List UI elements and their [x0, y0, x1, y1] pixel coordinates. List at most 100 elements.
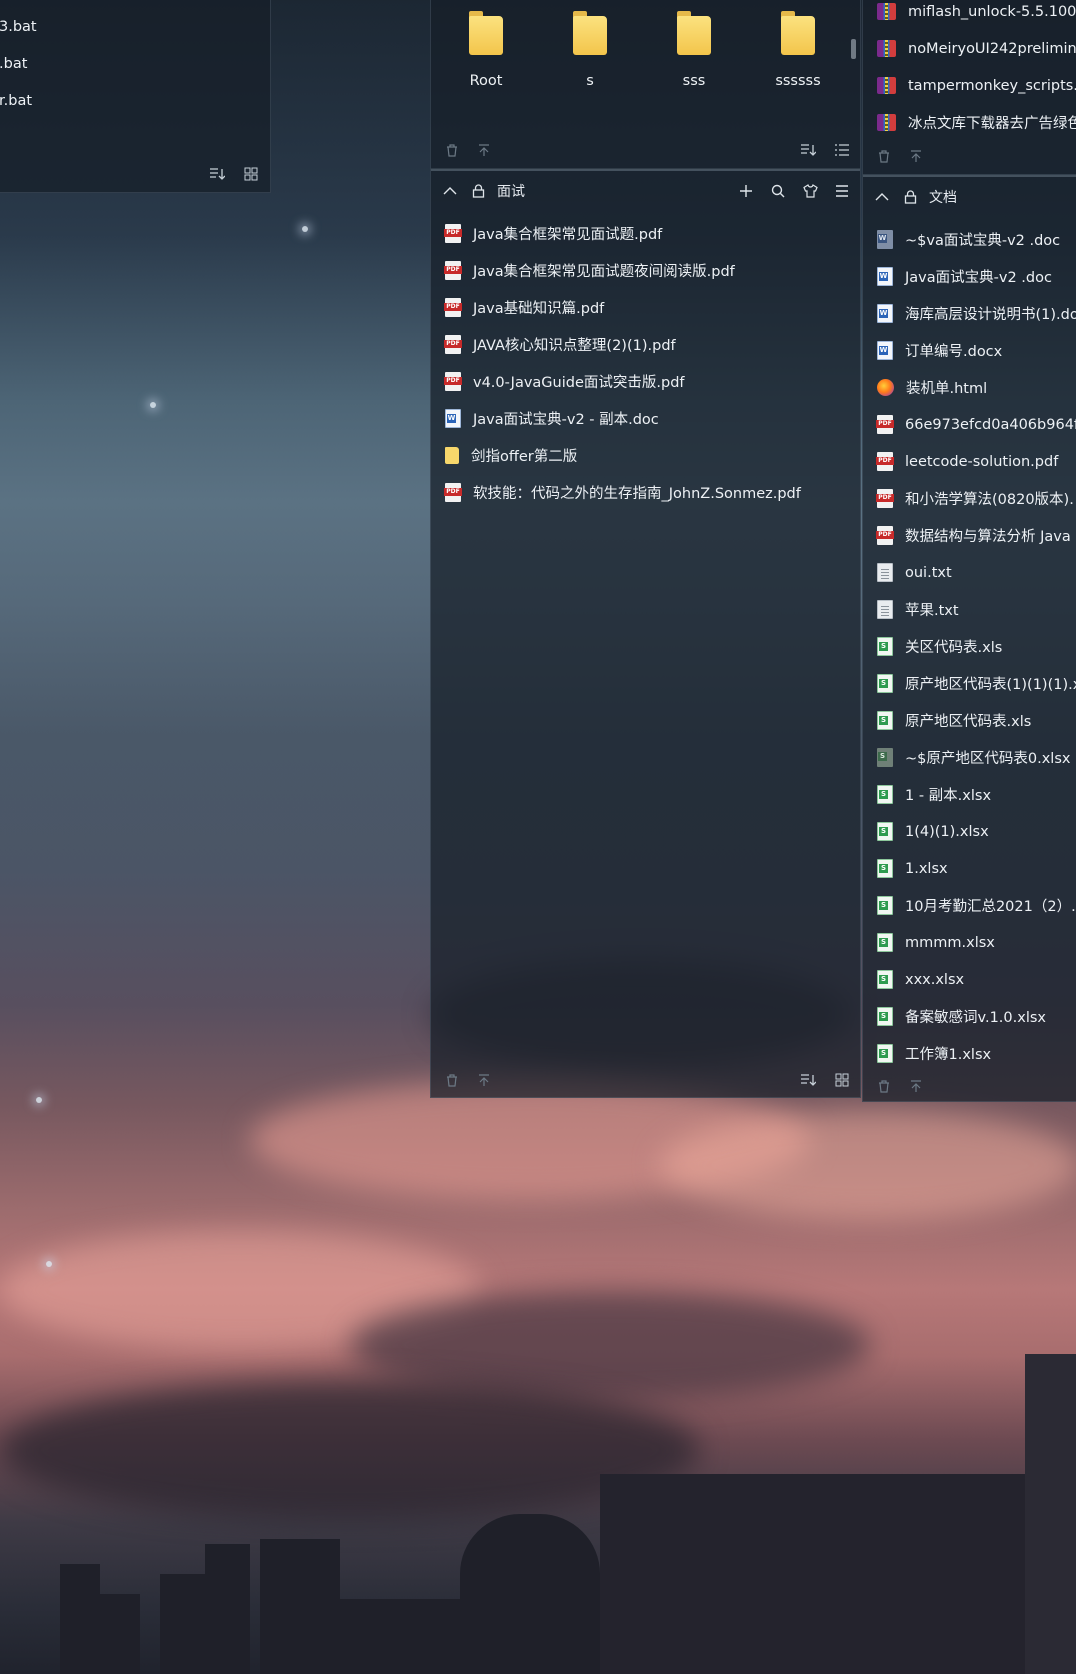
lock-icon[interactable]: [899, 186, 921, 208]
file-item[interactable]: 备案敏感词v.1.0.xlsx: [863, 998, 1076, 1035]
file-item[interactable]: 关区代码表.xls: [863, 628, 1076, 665]
file-item[interactable]: 66e973efcd0a406b964f: [863, 406, 1076, 443]
file-item[interactable]: JAVA核心知识点整理(2)(1).pdf: [431, 326, 860, 363]
spreadsheet-icon: [877, 674, 893, 693]
file-item[interactable]: 订单编号.docx: [863, 332, 1076, 369]
fence-documents[interactable]: 文档 ~$va面试宝典-v2 .doc Java面试宝典-v2 .doc 海库高…: [862, 174, 1076, 1102]
pdf-icon: [444, 224, 462, 243]
trash-icon[interactable]: [873, 1075, 895, 1097]
file-item[interactable]: xxx.xlsx: [863, 961, 1076, 998]
sort-icon[interactable]: [797, 1069, 819, 1091]
spreadsheet-icon: [877, 1044, 893, 1063]
fence-interview[interactable]: 面试 Java集合框架常见面试题.pdf Java集合框架常见面试题夜间阅读版.…: [430, 168, 861, 1098]
file-item[interactable]: leetcode-solution.pdf: [863, 443, 1076, 480]
fence-left[interactable]: 3.bat .bat r.bat: [0, 0, 271, 193]
sort-icon[interactable]: [797, 139, 819, 161]
pin-top-icon[interactable]: [473, 139, 495, 161]
file-name: r.bat: [0, 92, 33, 109]
file-item[interactable]: Java集合框架常见面试题夜间阅读版.pdf: [431, 252, 860, 289]
file-item[interactable]: 原产地区代码表.xls: [863, 702, 1076, 739]
file-item[interactable]: 装机单.html: [863, 369, 1076, 406]
file-name: Java集合框架常见面试题夜间阅读版.pdf: [473, 264, 735, 280]
file-name: Java面试宝典-v2 .doc: [905, 270, 1052, 286]
list-view-icon[interactable]: [831, 139, 853, 161]
collapse-chevron-icon[interactable]: [871, 186, 893, 208]
file-item[interactable]: .bat: [0, 45, 270, 82]
lock-icon[interactable]: [467, 180, 489, 202]
menu-icon[interactable]: [831, 180, 853, 202]
file-item[interactable]: 原产地区代码表(1)(1)(1).x: [863, 665, 1076, 702]
file-item[interactable]: 苹果.txt: [863, 591, 1076, 628]
fence-top-center[interactable]: Root s sss ssssss: [430, 0, 861, 170]
wallpaper-light: [46, 1261, 52, 1267]
folder-item[interactable]: ssssss: [753, 9, 843, 89]
file-item[interactable]: v4.0-JavaGuide面试突击版.pdf: [431, 363, 860, 400]
spreadsheet-icon: [877, 896, 893, 915]
file-name: 和小浩学算法(0820版本).: [905, 492, 1074, 508]
file-item[interactable]: Java基础知识篇.pdf: [431, 289, 860, 326]
scrollbar[interactable]: [851, 39, 856, 59]
file-list: ~$va面试宝典-v2 .doc Java面试宝典-v2 .doc 海库高层设计…: [863, 221, 1076, 1072]
add-icon[interactable]: [735, 180, 757, 202]
fence-header[interactable]: 面试: [431, 171, 860, 211]
shirt-icon[interactable]: [799, 180, 821, 202]
file-item[interactable]: 海库高层设计说明书(1).do: [863, 295, 1076, 332]
file-item[interactable]: noMeiryoUI242prelimin: [863, 30, 1076, 67]
trash-icon[interactable]: [441, 139, 463, 161]
file-name: 1(4)(1).xlsx: [905, 823, 989, 840]
file-name: noMeiryoUI242prelimin: [908, 40, 1076, 57]
fence-title[interactable]: 文档: [929, 187, 957, 207]
file-item[interactable]: 1(4)(1).xlsx: [863, 813, 1076, 850]
archive-icon: [877, 114, 896, 131]
file-item[interactable]: 工作簿1.xlsx: [863, 1035, 1076, 1072]
file-name: Java面试宝典-v2 - 副本.doc: [473, 412, 659, 428]
grid-view-icon[interactable]: [831, 1069, 853, 1091]
file-item[interactable]: ~$原产地区代码表0.xlsx: [863, 739, 1076, 776]
fence-right-top[interactable]: miflash_unlock-5.5.1008 noMeiryoUI242pre…: [862, 0, 1076, 175]
file-name: 冰点文库下载器去广告绿色: [908, 116, 1076, 132]
file-item[interactable]: 1 - 副本.xlsx: [863, 776, 1076, 813]
pin-top-icon[interactable]: [905, 1075, 927, 1097]
file-item[interactable]: Java集合框架常见面试题.pdf: [431, 215, 860, 252]
spreadsheet-icon: [877, 1007, 893, 1026]
file-item[interactable]: r.bat: [0, 82, 270, 119]
folder-item[interactable]: Root: [441, 9, 531, 89]
file-name: 软技能：代码之外的生存指南_JohnZ.Sonmez.pdf: [473, 486, 801, 502]
file-item[interactable]: 和小浩学算法(0820版本).: [863, 480, 1076, 517]
pin-top-icon[interactable]: [473, 1069, 495, 1091]
folder-item[interactable]: s: [545, 9, 635, 89]
file-item[interactable]: 数据结构与算法分析 Java: [863, 517, 1076, 554]
file-item[interactable]: 软技能：代码之外的生存指南_JohnZ.Sonmez.pdf: [431, 474, 860, 511]
wallpaper-city: [205, 1544, 250, 1674]
file-item[interactable]: tampermonkey_scripts.: [863, 67, 1076, 104]
file-item[interactable]: 1.xlsx: [863, 850, 1076, 887]
file-item[interactable]: Java面试宝典-v2 - 副本.doc: [431, 400, 860, 437]
folder-item[interactable]: sss: [649, 9, 739, 89]
folder-icon: [677, 9, 711, 55]
file-item[interactable]: ~$va面试宝典-v2 .doc: [863, 221, 1076, 258]
file-name: 订单编号.docx: [905, 344, 1003, 360]
fence-title[interactable]: 面试: [497, 181, 525, 201]
collapse-chevron-icon[interactable]: [439, 180, 461, 202]
file-item[interactable]: miflash_unlock-5.5.1008: [863, 0, 1076, 30]
sort-icon[interactable]: [206, 163, 228, 185]
wallpaper-city: [60, 1564, 100, 1674]
trash-icon[interactable]: [873, 145, 895, 167]
file-item[interactable]: 10月考勤汇总2021（2）.: [863, 887, 1076, 924]
file-item[interactable]: 冰点文库下载器去广告绿色: [863, 104, 1076, 141]
wallpaper-city: [260, 1539, 340, 1674]
file-list: Java集合框架常见面试题.pdf Java集合框架常见面试题夜间阅读版.pdf…: [431, 215, 860, 511]
file-item[interactable]: mmmm.xlsx: [863, 924, 1076, 961]
file-name: .bat: [0, 55, 28, 72]
trash-icon[interactable]: [441, 1069, 463, 1091]
file-item[interactable]: oui.txt: [863, 554, 1076, 591]
file-item[interactable]: Java面试宝典-v2 .doc: [863, 258, 1076, 295]
fence-header[interactable]: 文档: [863, 177, 1076, 217]
file-name: JAVA核心知识点整理(2)(1).pdf: [473, 338, 676, 354]
file-name: ~$原产地区代码表0.xlsx: [905, 751, 1071, 767]
pin-top-icon[interactable]: [905, 145, 927, 167]
file-item[interactable]: 3.bat: [0, 8, 270, 45]
grid-view-icon[interactable]: [240, 163, 262, 185]
file-item[interactable]: 剑指offer第二版: [431, 437, 860, 474]
search-icon[interactable]: [767, 180, 789, 202]
